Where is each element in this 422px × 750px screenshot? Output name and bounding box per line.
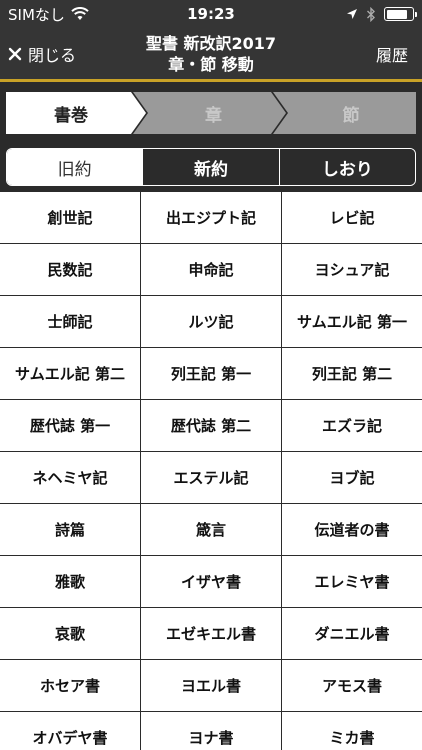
title-line2: 章・節 移動 xyxy=(168,55,254,74)
tab-old-testament[interactable]: 旧約 xyxy=(7,149,143,185)
book-cell[interactable]: 哀歌 xyxy=(0,608,140,659)
nav-bar: 閉じる 聖書 新改訳2017 章・節 移動 履歴 xyxy=(0,28,422,82)
book-cell[interactable]: ヨエル書 xyxy=(141,660,281,711)
book-cell[interactable]: 伝道者の書 xyxy=(282,504,422,555)
book-cell[interactable]: 箴言 xyxy=(141,504,281,555)
carrier-label: SIMなし xyxy=(8,5,65,24)
book-cell[interactable]: ヨナ書 xyxy=(141,712,281,750)
book-cell[interactable]: ダニエル書 xyxy=(282,608,422,659)
book-cell[interactable]: 雅歌 xyxy=(0,556,140,607)
book-cell[interactable]: 列王記 第二 xyxy=(282,348,422,399)
breadcrumb-book[interactable]: 書巻 xyxy=(6,92,136,134)
book-cell[interactable]: イザヤ書 xyxy=(141,556,281,607)
book-cell[interactable]: サムエル記 第二 xyxy=(0,348,140,399)
status-right xyxy=(274,6,417,22)
book-cell[interactable]: エステル記 xyxy=(141,452,281,503)
battery-fill xyxy=(386,9,407,19)
book-cell[interactable]: オバデヤ書 xyxy=(0,712,140,750)
book-cell[interactable]: 歴代誌 第一 xyxy=(0,400,140,451)
book-cell[interactable]: 申命記 xyxy=(141,244,281,295)
book-cell[interactable]: 民数記 xyxy=(0,244,140,295)
location-arrow-icon xyxy=(347,9,357,19)
breadcrumb-verse[interactable]: 節 xyxy=(286,92,416,134)
status-bar: SIMなし 19:23 xyxy=(0,0,422,28)
book-cell[interactable]: ネヘミヤ記 xyxy=(0,452,140,503)
book-cell[interactable]: ミカ書 xyxy=(282,712,422,750)
book-cell[interactable]: 列王記 第一 xyxy=(141,348,281,399)
book-cell[interactable]: 士師記 xyxy=(0,296,140,347)
tab-new-testament[interactable]: 新約 xyxy=(142,149,279,185)
breadcrumb-chapter[interactable]: 章 xyxy=(146,92,281,134)
book-cell[interactable]: 創世記 xyxy=(0,192,140,243)
battery-icon xyxy=(384,7,417,21)
book-cell[interactable]: 歴代誌 第二 xyxy=(141,400,281,451)
testament-segment: 旧約 新約 しおり xyxy=(6,148,416,186)
status-time: 19:23 xyxy=(187,5,235,23)
book-cell[interactable]: レビ記 xyxy=(282,192,422,243)
book-cell[interactable]: エレミヤ書 xyxy=(282,556,422,607)
history-button[interactable]: 履歴 xyxy=(376,42,408,66)
book-grid: 創世記 出エジプト記 レビ記民数記 申命記 ヨシュア記士師記 ルツ記 サムエル記 第一サムエ… xyxy=(0,192,422,750)
bluetooth-icon xyxy=(367,6,375,22)
title-line1: 聖書 新改訳2017 xyxy=(145,34,277,53)
tab-bookmarks[interactable]: しおり xyxy=(278,149,415,185)
close-label: 閉じる xyxy=(28,46,77,65)
wifi-icon xyxy=(71,7,89,20)
book-cell[interactable]: ヨシュア記 xyxy=(282,244,422,295)
book-cell[interactable]: 詩篇 xyxy=(0,504,140,555)
book-cell[interactable]: ホセア書 xyxy=(0,660,140,711)
book-cell[interactable]: サムエル記 第一 xyxy=(282,296,422,347)
status-left: SIMなし xyxy=(8,4,148,25)
page-title: 聖書 新改訳2017 章・節 移動 xyxy=(100,33,322,75)
book-cell[interactable]: アモス書 xyxy=(282,660,422,711)
book-cell[interactable]: エゼキエル書 xyxy=(141,608,281,659)
book-cell[interactable]: 出エジプト記 xyxy=(141,192,281,243)
close-icon xyxy=(8,47,22,61)
book-cell[interactable]: ルツ記 xyxy=(141,296,281,347)
breadcrumb: 書巻 章 節 xyxy=(6,92,416,134)
book-cell[interactable]: エズラ記 xyxy=(282,400,422,451)
close-button[interactable]: 閉じる xyxy=(8,42,76,66)
book-cell[interactable]: ヨブ記 xyxy=(282,452,422,503)
